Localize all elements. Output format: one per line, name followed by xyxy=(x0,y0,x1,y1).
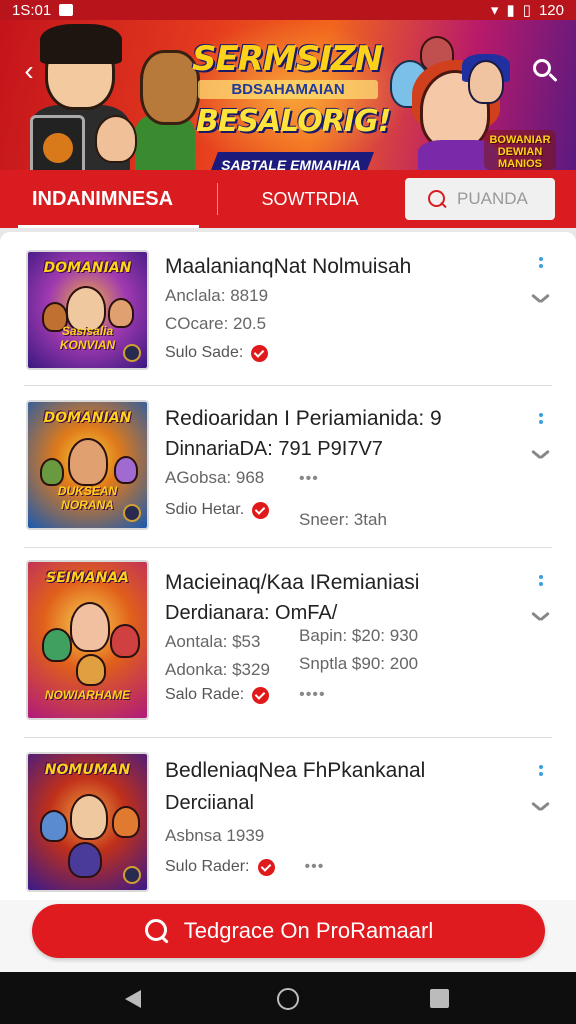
item-secondary-meta: Bapin: $20: 930 xyxy=(299,626,419,645)
verified-check-icon xyxy=(252,501,270,519)
item-title: MaalanianqNat Nolmuisah xyxy=(165,255,412,278)
chevron-down-icon[interactable] xyxy=(531,800,551,814)
tab-search-field[interactable]: PUANDA xyxy=(405,178,555,220)
item-secondary-meta: Sneer: 3tah xyxy=(299,510,387,529)
list-item[interactable]: SEIMANAA NOWIARHAME Macieinaq/Kaa IRemia… xyxy=(0,548,576,738)
verified-check-icon xyxy=(252,686,270,704)
thumbnail-subtitle: DUKSEAN NORANA xyxy=(57,484,118,512)
primary-search-button[interactable]: Tedgrace On ProRamaarl xyxy=(32,904,545,958)
tab-bar: INDANIMNESA SOWTRDIA PUANDA xyxy=(0,170,576,228)
battery-icon: ▯ xyxy=(522,2,531,19)
banner-character-hair xyxy=(40,24,122,64)
more-options-icon[interactable] xyxy=(536,256,546,276)
list-item[interactable]: NOMUMAN BedleniaqNea FhPkankanal Derciia… xyxy=(0,738,576,912)
verified-check-icon xyxy=(257,858,275,876)
status-time: 1S:01 xyxy=(12,1,52,19)
item-subtitle: Derdianara: OmFA/ xyxy=(165,602,338,624)
thumbnail-logo: SEIMANAA xyxy=(45,570,129,586)
nav-home-icon[interactable] xyxy=(277,988,299,1010)
primary-button-label: Tedgrace On ProRamaarl xyxy=(183,918,434,943)
battery-level: 120 xyxy=(538,1,564,19)
banner-hero-face xyxy=(468,60,504,104)
search-icon xyxy=(427,189,447,209)
tab-search-placeholder: PUANDA xyxy=(457,189,528,208)
item-subtitle: DinnariaDA: 791 P9I7V7 xyxy=(165,438,383,460)
seller-label: Salo Rade: xyxy=(165,686,245,703)
item-secondary-meta: Snptla $90: 200 xyxy=(299,654,419,673)
wifi-icon: ▾ xyxy=(490,2,499,19)
banner-creature-head xyxy=(140,50,200,125)
tab-divider xyxy=(217,183,218,215)
chevron-down-icon[interactable] xyxy=(531,448,551,462)
chevron-left-icon: ‹ xyxy=(24,55,34,86)
banner-title-secondary: BESALORIG! xyxy=(196,104,391,139)
thumbnail-emblem-icon xyxy=(123,504,141,522)
banner-badge: BOWANIAR DEWIAN MANIOS xyxy=(484,130,556,170)
game-thumbnail[interactable]: NOMUMAN xyxy=(26,752,149,892)
signal-icon: ▮ xyxy=(506,2,515,19)
item-seller: Sulo Sade: xyxy=(165,344,411,362)
list-item[interactable]: DOMANIAN Sasisalia KONVIAN MaalanianqNat… xyxy=(0,232,576,386)
search-button[interactable] xyxy=(530,56,560,86)
banner-kid-face xyxy=(95,115,137,163)
more-options-icon[interactable] xyxy=(536,412,546,432)
item-meta: Asbnsa 1939 xyxy=(165,826,265,845)
seller-label: Sulo Rader: xyxy=(165,858,250,875)
chevron-down-icon[interactable] xyxy=(531,292,551,306)
system-nav-bar xyxy=(0,972,576,1024)
verified-check-icon xyxy=(251,344,269,362)
thumbnail-subtitle: Sasisalia KONVIAN xyxy=(59,324,116,352)
nav-back-icon[interactable] xyxy=(125,990,141,1008)
item-seller: Salo Rade: •••• xyxy=(165,686,326,704)
tab-sowtrdia[interactable]: SOWTRDIA xyxy=(230,170,390,228)
chevron-down-icon[interactable] xyxy=(531,610,551,624)
list-item[interactable]: DOMANIAN DUKSEAN NORANA Redioaridan I Pe… xyxy=(0,386,576,548)
notification-icon xyxy=(59,4,74,16)
game-list: DOMANIAN Sasisalia KONVIAN MaalanianqNat… xyxy=(0,232,576,912)
seller-label: Sulo Sade: xyxy=(165,344,244,361)
item-seller: Sulo Rader: ••• xyxy=(165,858,325,876)
thumbnail-emblem-icon xyxy=(123,344,141,362)
more-options-icon[interactable] xyxy=(536,574,546,594)
thumbnail-emblem-icon xyxy=(123,866,141,884)
thumbnail-subtitle: NOWIARHAME xyxy=(44,688,131,702)
thumbnail-logo: NOMUMAN xyxy=(44,762,131,778)
thumbnail-logo: DOMANIAN xyxy=(43,260,132,276)
back-button[interactable]: ‹ xyxy=(14,55,44,86)
game-thumbnail[interactable]: DOMANIAN DUKSEAN NORANA xyxy=(26,400,149,530)
status-bar: 1S:01 ▾ ▮ ▯ 120 xyxy=(0,0,576,20)
bottom-action-area: Tedgrace On ProRamaarl xyxy=(0,900,576,972)
banner-ribbon: SABTALE EMMAIHIA xyxy=(208,152,374,170)
seller-label: Sdio Hetar. xyxy=(165,501,245,518)
tab-indanimnesa[interactable]: INDANIMNESA xyxy=(0,170,205,228)
nav-recents-icon[interactable] xyxy=(430,989,449,1008)
thumbnail-logo: DOMANIAN xyxy=(43,410,132,426)
more-options-icon[interactable] xyxy=(536,764,546,784)
item-title: Macieinaq/Kaa IRemianiasi xyxy=(165,571,420,594)
game-thumbnail[interactable]: SEIMANAA NOWIARHAME xyxy=(26,560,149,720)
item-meta: AGobsa: 968 ••• xyxy=(165,468,319,487)
header-banner: SERMSIZN BDSAHAMAIAN BESALORIG! SABTALE … xyxy=(0,20,576,170)
banner-title: SERMSIZN xyxy=(192,39,383,79)
search-icon xyxy=(144,918,170,944)
item-meta: COcare: 20.5 xyxy=(165,314,267,333)
item-meta: Anclala: 8819 xyxy=(165,286,269,305)
game-thumbnail[interactable]: DOMANIAN Sasisalia KONVIAN xyxy=(26,250,149,370)
banner-tablet-graphic xyxy=(30,115,85,170)
item-subtitle: Derciianal xyxy=(165,792,254,814)
item-title: Redioaridan I Periamianida: 9 xyxy=(165,407,442,430)
banner-subtitle: BDSAHAMAIAN xyxy=(198,80,378,99)
item-title: BedleniaqNea FhPkankanal xyxy=(165,759,426,782)
